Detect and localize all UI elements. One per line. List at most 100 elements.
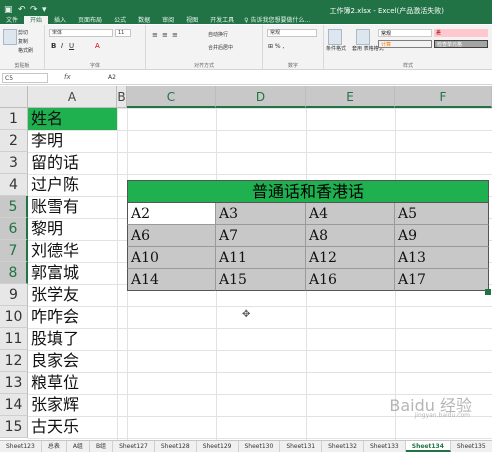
- formula-input[interactable]: A2: [108, 73, 116, 83]
- sheet-tab[interactable]: B组: [90, 441, 114, 452]
- font-name-select[interactable]: 宋体: [49, 29, 113, 37]
- cell-a10[interactable]: 咋咋会: [28, 306, 117, 328]
- row-header-7[interactable]: 7: [0, 240, 28, 262]
- italic-button[interactable]: I: [61, 42, 63, 50]
- sheet-tab[interactable]: Sheet123: [0, 441, 42, 452]
- align-bottom-icon[interactable]: ≡: [172, 31, 178, 39]
- sheet-tab[interactable]: Sheet127: [113, 441, 155, 452]
- row-header-11[interactable]: 11: [0, 328, 28, 350]
- cell-f7[interactable]: A13: [395, 247, 489, 269]
- font-color-icon[interactable]: A: [95, 42, 100, 50]
- row-header-10[interactable]: 10: [0, 306, 28, 328]
- cut-button[interactable]: 剪切: [18, 29, 28, 36]
- cell-f6[interactable]: A9: [395, 225, 489, 247]
- fill-handle[interactable]: [485, 289, 491, 295]
- cell-a8[interactable]: 郭富城: [28, 262, 117, 284]
- tab-file[interactable]: 文件: [0, 16, 24, 25]
- merged-title-cell[interactable]: 普通话和香港话: [127, 180, 489, 203]
- sheet-tab[interactable]: 总表: [42, 441, 67, 452]
- column-header-f[interactable]: F: [395, 86, 492, 108]
- conditional-format-icon[interactable]: [328, 29, 342, 45]
- save-icon[interactable]: ▣: [4, 5, 13, 15]
- sheet-tab[interactable]: Sheet129: [197, 441, 239, 452]
- table-format-icon[interactable]: [356, 29, 370, 45]
- redo-icon[interactable]: ↷: [30, 5, 38, 15]
- style-calculation[interactable]: 计算: [378, 40, 432, 48]
- style-check-cell[interactable]: 检查单元格: [434, 40, 488, 48]
- conditional-format-button[interactable]: 条件格式: [326, 45, 346, 52]
- tab-formulas[interactable]: 公式: [108, 16, 132, 25]
- sheet-tab[interactable]: Sheet131: [280, 441, 323, 452]
- cell-f8[interactable]: A17: [395, 269, 489, 291]
- cell-e7[interactable]: A12: [306, 247, 395, 269]
- column-header-a[interactable]: A: [28, 86, 117, 108]
- undo-icon[interactable]: ↶: [18, 5, 26, 15]
- sheet-tab[interactable]: Sheet135: [451, 441, 492, 452]
- sheet-tab[interactable]: Sheet133: [364, 441, 406, 452]
- underline-button[interactable]: U: [69, 42, 74, 50]
- row-header-14[interactable]: 14: [0, 394, 28, 416]
- row-header-3[interactable]: 3: [0, 152, 28, 174]
- cell-a5[interactable]: 账雪有: [28, 196, 117, 218]
- cell-c6[interactable]: A6: [127, 225, 216, 247]
- sheet-tab[interactable]: Sheet130: [239, 441, 281, 452]
- row-header-2[interactable]: 2: [0, 130, 28, 152]
- row-header-1[interactable]: 1: [0, 108, 28, 130]
- cell-d8[interactable]: A15: [216, 269, 306, 291]
- column-header-d[interactable]: D: [216, 86, 306, 108]
- cell-a12[interactable]: 良家会: [28, 350, 117, 372]
- cell-a1[interactable]: 姓名: [28, 108, 117, 130]
- cell-e5[interactable]: A4: [306, 203, 395, 225]
- tab-insert[interactable]: 插入: [48, 16, 72, 25]
- cell-a15[interactable]: 古天乐: [28, 416, 117, 438]
- tab-page-layout[interactable]: 页面布局: [72, 16, 108, 25]
- sheet-tab[interactable]: A组: [67, 441, 90, 452]
- currency-icon[interactable]: ⊞ % ,: [268, 43, 284, 50]
- cell-d5[interactable]: A3: [216, 203, 306, 225]
- column-header-e[interactable]: E: [306, 86, 395, 108]
- column-header-c[interactable]: C: [127, 86, 216, 108]
- merge-center-button[interactable]: 合并后居中: [208, 44, 233, 51]
- align-top-icon[interactable]: ≡: [152, 31, 158, 39]
- row-header-15[interactable]: 15: [0, 416, 28, 438]
- tell-me-search[interactable]: ♀ 告诉我您想要做什么...: [240, 16, 310, 25]
- copy-button[interactable]: 复制: [18, 38, 28, 45]
- cell-c5[interactable]: A2: [127, 203, 216, 225]
- fx-icon[interactable]: fx: [64, 73, 71, 81]
- cell-a6[interactable]: 黎明: [28, 218, 117, 240]
- row-header-12[interactable]: 12: [0, 350, 28, 372]
- cell-d6[interactable]: A7: [216, 225, 306, 247]
- cell-e8[interactable]: A16: [306, 269, 395, 291]
- customize-qat-icon[interactable]: ▾: [42, 5, 47, 15]
- cell-f5[interactable]: A5: [395, 203, 489, 225]
- cell-e6[interactable]: A8: [306, 225, 395, 247]
- cell-a13[interactable]: 粮草位: [28, 372, 117, 394]
- tab-view[interactable]: 视图: [180, 16, 204, 25]
- style-bad[interactable]: 差: [434, 29, 488, 37]
- row-header-8[interactable]: 8: [0, 262, 28, 284]
- align-middle-icon[interactable]: ≡: [162, 31, 168, 39]
- cell-a4[interactable]: 过户陈: [28, 174, 117, 196]
- bold-button[interactable]: B: [51, 42, 56, 50]
- sheet-tab-active[interactable]: Sheet134: [405, 441, 451, 452]
- cell-a3[interactable]: 留的话: [28, 152, 117, 174]
- row-header-4[interactable]: 4: [0, 174, 28, 196]
- sheet-tab[interactable]: Sheet128: [155, 441, 197, 452]
- paste-icon[interactable]: [3, 29, 17, 45]
- tab-developer[interactable]: 开发工具: [204, 16, 240, 25]
- number-format-select[interactable]: 常规: [267, 29, 317, 37]
- format-painter-button[interactable]: 格式刷: [18, 47, 33, 54]
- wrap-text-button[interactable]: 自动换行: [208, 31, 228, 38]
- cell-d7[interactable]: A11: [216, 247, 306, 269]
- cell-c8[interactable]: A14: [127, 269, 216, 291]
- row-header-5[interactable]: 5: [0, 196, 28, 218]
- column-header-b[interactable]: B: [117, 86, 127, 108]
- font-size-select[interactable]: 11: [115, 29, 131, 37]
- cell-a7[interactable]: 刘德华: [28, 240, 117, 262]
- cell-c7[interactable]: A10: [127, 247, 216, 269]
- sheet-tab[interactable]: Sheet132: [322, 441, 364, 452]
- cell-a14[interactable]: 张家辉: [28, 394, 117, 416]
- name-box[interactable]: C5: [2, 73, 48, 83]
- cell-a9[interactable]: 张学友: [28, 284, 117, 306]
- style-normal[interactable]: 常规: [378, 29, 432, 37]
